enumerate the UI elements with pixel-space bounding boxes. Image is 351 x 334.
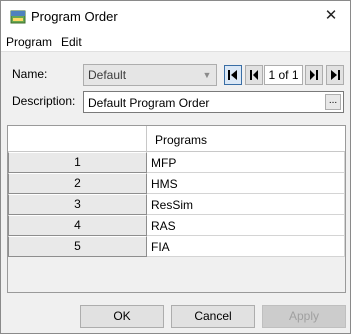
- row-header-corner: [8, 126, 147, 152]
- name-combobox[interactable]: Default ▼: [83, 64, 217, 86]
- description-label: Description:: [12, 94, 76, 108]
- table-row[interactable]: 1 MFP: [8, 152, 345, 173]
- table-row[interactable]: 3 ResSim: [8, 194, 345, 215]
- program-cell[interactable]: HMS: [147, 173, 345, 194]
- program-cell[interactable]: MFP: [147, 152, 345, 173]
- programs-header-label: Programs: [155, 133, 208, 147]
- menu-program[interactable]: Program: [6, 35, 52, 49]
- ok-button[interactable]: OK: [80, 305, 164, 328]
- row-number[interactable]: 3: [8, 194, 147, 215]
- next-record-button[interactable]: [305, 65, 323, 85]
- close-icon[interactable]: ✕: [322, 7, 340, 25]
- program-order-dialog: Program Order ✕ Program Edit Name: Defau…: [0, 0, 351, 334]
- next-icon: [310, 70, 318, 80]
- previous-icon: [250, 70, 258, 80]
- program-name: HMS: [151, 177, 178, 191]
- program-name: FIA: [151, 240, 170, 254]
- row-number[interactable]: 4: [8, 215, 147, 236]
- window-title: Program Order: [31, 9, 118, 24]
- description-field[interactable]: Default Program Order ...: [83, 91, 344, 113]
- program-cell[interactable]: FIA: [147, 236, 345, 257]
- row-number[interactable]: 2: [8, 173, 147, 194]
- row-number[interactable]: 5: [8, 236, 147, 257]
- program-name: ResSim: [151, 198, 194, 212]
- chevron-down-icon: ▼: [202, 70, 212, 80]
- previous-record-button[interactable]: [245, 65, 263, 85]
- table-row[interactable]: 2 HMS: [8, 173, 345, 194]
- programs-column-header[interactable]: Programs: [147, 126, 345, 152]
- first-record-button[interactable]: [224, 65, 242, 85]
- apply-button[interactable]: Apply: [262, 305, 346, 328]
- name-label: Name:: [12, 67, 48, 81]
- row-number[interactable]: 1: [8, 152, 147, 173]
- table-row[interactable]: 5 FIA: [8, 236, 345, 257]
- program-order-icon: [10, 10, 26, 24]
- name-value: Default: [88, 68, 127, 82]
- first-icon: [228, 70, 237, 80]
- title-bar: Program Order ✕: [1, 1, 350, 32]
- program-cell[interactable]: RAS: [147, 215, 345, 236]
- table-row[interactable]: 4 RAS: [8, 215, 345, 236]
- program-name: MFP: [151, 156, 177, 170]
- program-cell[interactable]: ResSim: [147, 194, 345, 215]
- programs-table: Programs 1 MFP 2 HMS 3 ResSim 4 RAS 5 FI…: [7, 125, 346, 293]
- cancel-button[interactable]: Cancel: [171, 305, 255, 328]
- last-record-button[interactable]: [326, 65, 344, 85]
- last-icon: [331, 70, 340, 80]
- menu-bar: Program Edit: [1, 32, 350, 52]
- menu-edit[interactable]: Edit: [61, 35, 82, 49]
- ellipsis-button[interactable]: ...: [325, 94, 341, 110]
- description-value: Default Program Order: [88, 96, 210, 110]
- program-name: RAS: [151, 219, 176, 233]
- page-indicator: 1 of 1: [264, 65, 303, 85]
